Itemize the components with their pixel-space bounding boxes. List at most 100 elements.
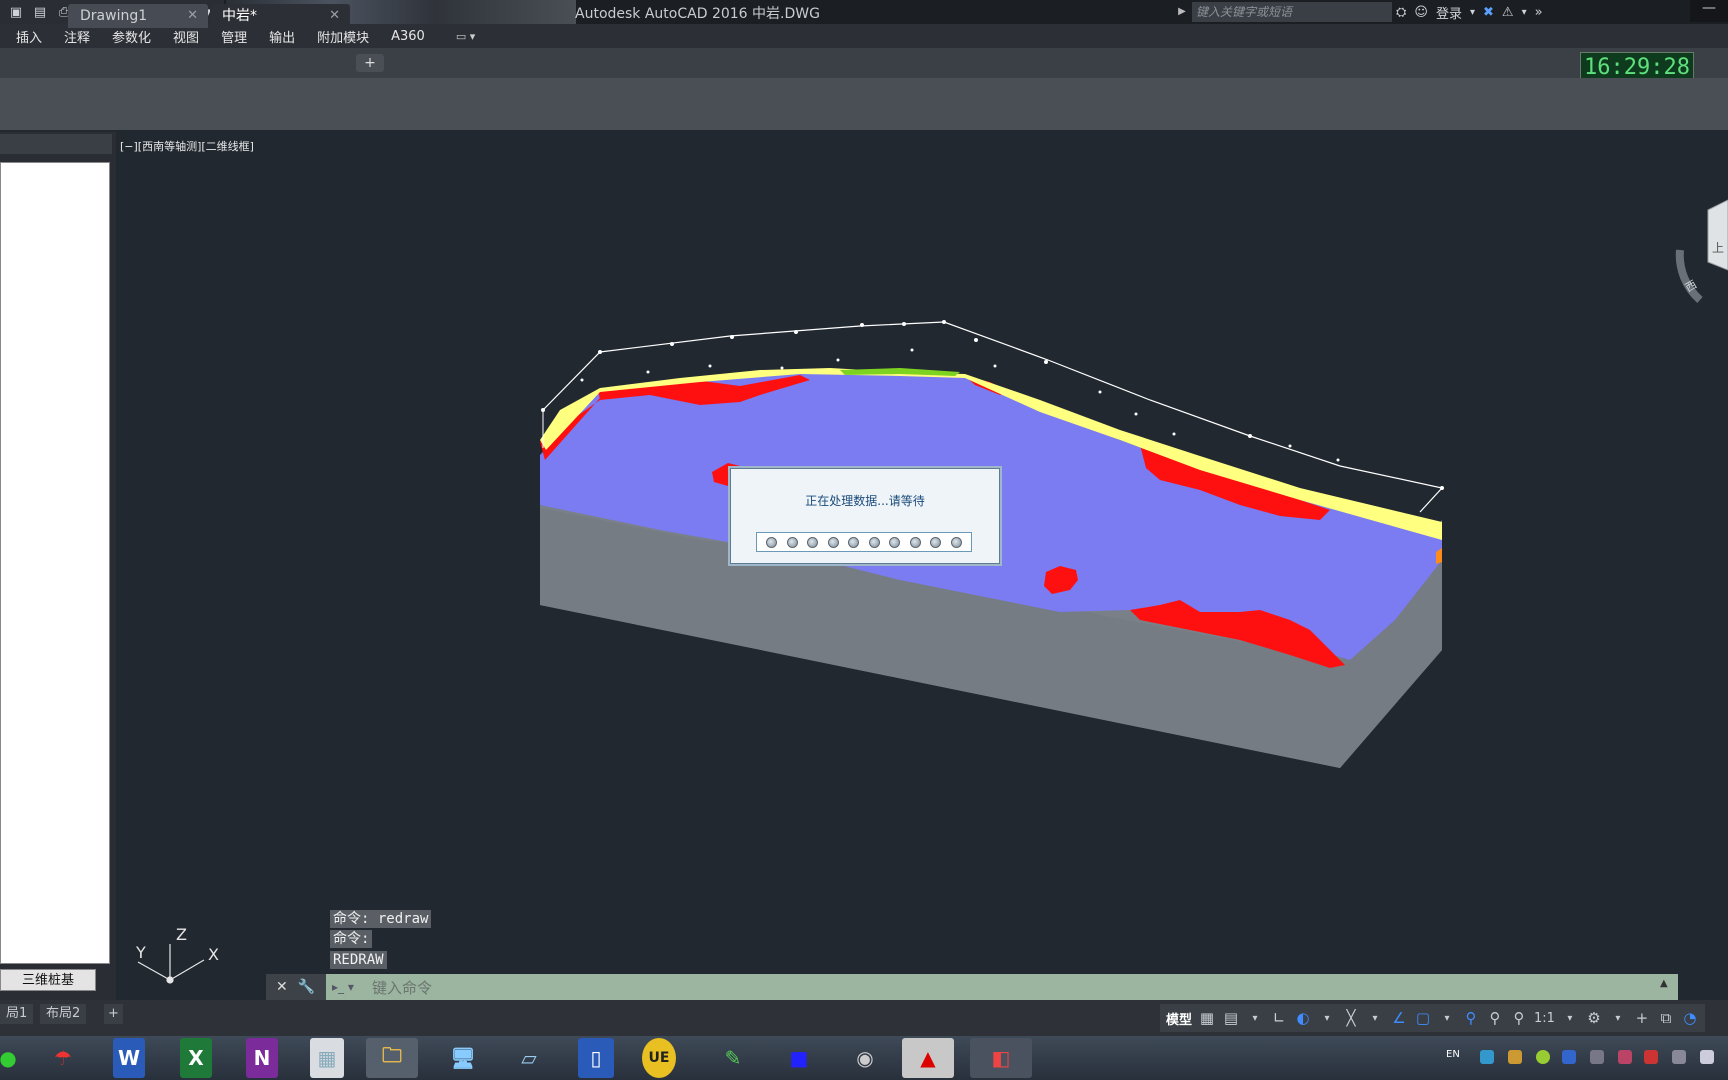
calculator-icon[interactable]: ▦ bbox=[310, 1038, 344, 1078]
ribbon-panel bbox=[0, 78, 1728, 130]
save-as-icon[interactable]: ▤ bbox=[30, 3, 50, 21]
menu-a360[interactable]: A360 bbox=[380, 29, 436, 44]
model-space-button[interactable]: 模型 bbox=[1166, 1009, 1192, 1028]
language-indicator[interactable]: EN bbox=[1446, 1049, 1460, 1060]
isolate-icon[interactable]: ◔ bbox=[1681, 1009, 1699, 1027]
onenote-icon[interactable]: N bbox=[246, 1038, 278, 1078]
menu-addins[interactable]: 附加模块 bbox=[306, 27, 380, 46]
autocad-taskbar-icon[interactable]: ▲ bbox=[902, 1038, 954, 1078]
snap-icon[interactable]: ▤ bbox=[1222, 1009, 1240, 1027]
user-icon[interactable]: ☺ bbox=[1414, 5, 1428, 20]
more-icon[interactable]: » bbox=[1535, 5, 1543, 20]
gear-icon[interactable]: ⚙ bbox=[1585, 1009, 1603, 1027]
model-viewport[interactable]: 上 西 Z X Y bbox=[118, 130, 1728, 1010]
paint-brush-icon[interactable]: ✎ bbox=[710, 1038, 756, 1078]
wrench-icon[interactable]: 🔧 bbox=[298, 979, 315, 995]
color-picker-icon[interactable]: ■ bbox=[776, 1038, 822, 1078]
pile-3d-button[interactable]: 三维桩基 bbox=[0, 969, 96, 991]
login-button[interactable]: 登录 bbox=[1436, 3, 1462, 22]
menu-manage[interactable]: 管理 bbox=[210, 27, 258, 46]
menu-parametric[interactable]: 参数化 bbox=[101, 27, 162, 46]
palette-header bbox=[0, 134, 112, 154]
binoculars-icon[interactable]: ⛭ bbox=[1396, 5, 1406, 20]
exchange-icon[interactable]: ✖ bbox=[1483, 5, 1494, 20]
viewport-controls-label[interactable]: [−][西南等轴测][二维线框] bbox=[120, 138, 254, 154]
palette-content[interactable] bbox=[0, 162, 110, 964]
command-prompt-icon[interactable]: ▸_ ▾ bbox=[332, 974, 362, 1000]
start-orb-icon[interactable]: ● bbox=[0, 1038, 17, 1078]
object-snap-icon[interactable]: ▢ bbox=[1414, 1009, 1432, 1027]
tab-drawing1[interactable]: Drawing1 ✕ bbox=[68, 4, 208, 28]
polar-icon[interactable]: ◐ bbox=[1294, 1009, 1312, 1027]
parachute-app-icon[interactable]: ☂ bbox=[40, 1038, 86, 1078]
progress-dot bbox=[766, 536, 778, 548]
ucs-y-label: Y bbox=[135, 943, 146, 962]
progress-dot bbox=[807, 536, 819, 548]
search-expand-icon[interactable]: ▶ bbox=[1174, 2, 1190, 22]
plus-icon[interactable]: + bbox=[1633, 1009, 1651, 1027]
tray-app-icon[interactable] bbox=[1618, 1050, 1632, 1064]
menu-output[interactable]: 输出 bbox=[258, 27, 306, 46]
viewcube[interactable]: 上 西 bbox=[1675, 199, 1728, 303]
remote-desktop-icon[interactable]: 🖥 bbox=[440, 1038, 486, 1078]
tray-flag-icon[interactable] bbox=[1644, 1050, 1658, 1064]
help-dropdown-icon[interactable]: ▾ bbox=[1522, 7, 1527, 18]
new-tab-button[interactable]: + bbox=[356, 54, 384, 72]
tray-folder-icon[interactable] bbox=[1508, 1050, 1522, 1064]
ortho-icon[interactable]: ∟ bbox=[1270, 1009, 1288, 1027]
scale-value[interactable]: 1:1 bbox=[1534, 1011, 1555, 1026]
tray-network-icon[interactable] bbox=[1480, 1050, 1494, 1064]
visio-icon[interactable]: ▯ bbox=[578, 1038, 614, 1078]
grid-icon[interactable]: ▦ bbox=[1198, 1009, 1216, 1027]
tab-zhongyan[interactable]: 中岩* ✕ bbox=[210, 4, 350, 28]
ultraedit-icon[interactable]: UE bbox=[642, 1038, 676, 1078]
isodraft-dropdown-icon[interactable]: ▾ bbox=[1366, 1013, 1384, 1024]
progress-dot bbox=[909, 536, 921, 548]
add-layout-icon[interactable]: + bbox=[104, 1004, 123, 1024]
object-snap-dropdown-icon[interactable]: ▾ bbox=[1438, 1013, 1456, 1024]
notepad-icon[interactable]: ▱ bbox=[506, 1038, 552, 1078]
tray-plus-icon[interactable] bbox=[1536, 1050, 1550, 1064]
object-snap-tracking-icon[interactable]: ∠ bbox=[1390, 1009, 1408, 1027]
close-icon[interactable]: ✕ bbox=[329, 4, 340, 28]
quick-properties-icon[interactable]: ⧉ bbox=[1657, 1009, 1675, 1027]
auto-scale-icon[interactable]: ⚲ bbox=[1486, 1009, 1504, 1027]
ribbon-toggle-icon[interactable]: ▭ ▾ bbox=[436, 30, 475, 43]
tray-monitor-icon[interactable] bbox=[1672, 1050, 1686, 1064]
command-input[interactable] bbox=[370, 977, 1654, 999]
file-tab-bar bbox=[0, 48, 1728, 78]
isodraft-icon[interactable]: ╳ bbox=[1342, 1009, 1360, 1027]
command-history-toggle-icon[interactable]: ▲ bbox=[1660, 978, 1668, 989]
excel-icon[interactable]: X bbox=[180, 1038, 212, 1078]
search-input[interactable]: 键入关键字或短语 bbox=[1192, 2, 1392, 22]
progress-dot bbox=[930, 536, 942, 548]
file-explorer-icon[interactable]: 🗀 bbox=[366, 1038, 418, 1078]
minimize-button[interactable]: — bbox=[1690, 0, 1728, 22]
menu-view[interactable]: 视图 bbox=[162, 27, 210, 46]
a360-icon[interactable]: ⚠ bbox=[1502, 5, 1514, 20]
menu-annotate[interactable]: 注释 bbox=[53, 27, 101, 46]
tray-volume-icon[interactable] bbox=[1700, 1050, 1714, 1064]
login-dropdown-icon[interactable]: ▾ bbox=[1470, 7, 1475, 18]
scale-dropdown-icon[interactable]: ▾ bbox=[1561, 1013, 1579, 1024]
annotation-scale-icon[interactable]: ⚲ bbox=[1510, 1009, 1528, 1027]
command-history-line: 命令: redraw bbox=[330, 910, 432, 928]
annotation-visibility-icon[interactable]: ⚲ bbox=[1462, 1009, 1480, 1027]
tray-users-icon[interactable] bbox=[1562, 1050, 1576, 1064]
word-icon[interactable]: W bbox=[113, 1038, 145, 1078]
snap-dropdown-icon[interactable]: ▾ bbox=[1246, 1013, 1264, 1024]
tray-sync-icon[interactable] bbox=[1590, 1050, 1604, 1064]
close-icon[interactable]: ✕ bbox=[276, 979, 288, 995]
menu-insert[interactable]: 插入 bbox=[0, 27, 53, 46]
gear-dropdown-icon[interactable]: ▾ bbox=[1609, 1013, 1627, 1024]
ucs-x-label: X bbox=[208, 945, 219, 964]
tab-layout1[interactable]: 局1 bbox=[0, 1004, 34, 1024]
close-icon[interactable]: ✕ bbox=[187, 4, 198, 28]
recorder-icon[interactable]: ◧ bbox=[970, 1038, 1032, 1078]
polar-dropdown-icon[interactable]: ▾ bbox=[1318, 1013, 1336, 1024]
save-icon[interactable]: ▣ bbox=[6, 3, 26, 21]
ucs-z-label: Z bbox=[176, 925, 187, 944]
command-history-line: 命令: bbox=[330, 930, 373, 948]
tab-layout2[interactable]: 布局2 bbox=[40, 1004, 87, 1024]
eye-app-icon[interactable]: ◉ bbox=[842, 1038, 888, 1078]
